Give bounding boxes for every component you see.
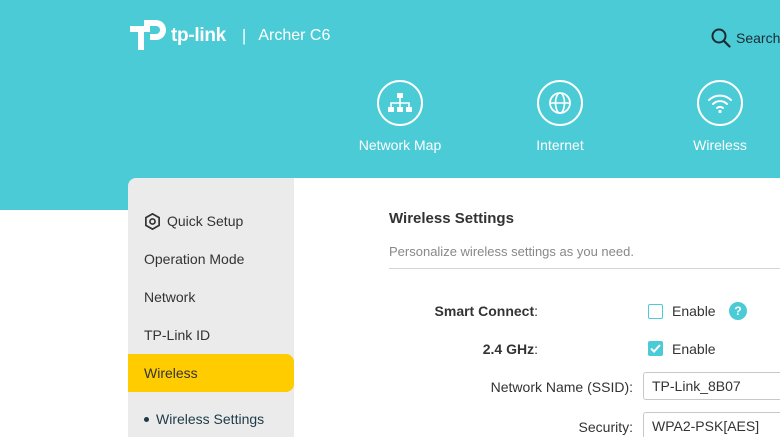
sidebar: Quick Setup Operation Mode Network TP-Li… (128, 178, 294, 437)
search-icon (711, 28, 731, 48)
sidebar-item-label: Quick Setup (167, 213, 244, 229)
logo-separator: | (241, 26, 247, 45)
sidebar-item-label: Network (144, 289, 196, 305)
wifi-icon (697, 80, 743, 126)
security-label: Security: (578, 419, 633, 435)
band-24ghz-enable-label[interactable]: Enable (672, 341, 716, 357)
security-select[interactable]: WPA2-PSK[AES] (643, 412, 780, 437)
band-24ghz-checkbox[interactable] (648, 341, 663, 356)
sidebar-item-wireless[interactable]: Wireless (128, 354, 294, 392)
bullet-dot (144, 416, 149, 422)
sidebar-subitem-wireless-settings[interactable]: Wireless Settings (128, 400, 294, 437)
nav-internet[interactable]: Internet (500, 80, 620, 153)
main-content: Wireless Settings Personalize wireless s… (294, 178, 780, 437)
sidebar-item-label: Wireless (144, 365, 198, 381)
sidebar-item-tp-link-id[interactable]: TP-Link ID (128, 316, 294, 354)
nav-network-map-label: Network Map (358, 137, 442, 153)
sidebar-item-quick-setup[interactable]: Quick Setup (128, 202, 294, 240)
smart-connect-checkbox[interactable] (648, 304, 663, 319)
smart-connect-enable-label[interactable]: Enable (672, 303, 716, 319)
sidebar-item-label: Operation Mode (144, 251, 245, 267)
divider (389, 268, 780, 269)
search-button[interactable]: Search (711, 28, 780, 48)
ssid-label: Network Name (SSID): (490, 379, 633, 395)
sidebar-item-label: TP-Link ID (144, 327, 211, 343)
band-24ghz-label: 2.4 GHz: (482, 341, 538, 357)
nav-wireless[interactable]: Wireless (660, 80, 780, 153)
model-name: Archer C6 (258, 27, 331, 44)
nav-wireless-label: Wireless (693, 137, 747, 153)
page-description: Personalize wireless settings as you nee… (389, 244, 634, 259)
sidebar-subitem-label: Wireless Settings (156, 411, 265, 427)
nav-network-map[interactable]: Network Map (340, 80, 460, 153)
page-title: Wireless Settings (389, 210, 514, 227)
nav-internet-label: Internet (536, 137, 584, 153)
search-label: Search (736, 30, 780, 46)
tp-link-logo[interactable]: tp-link | Archer C6 (128, 18, 330, 54)
gear-icon (145, 212, 160, 230)
globe-icon (537, 80, 583, 126)
checkmark-icon (650, 344, 661, 353)
sidebar-item-network[interactable]: Network (128, 278, 294, 316)
network-map-icon (377, 80, 423, 126)
smart-connect-label: Smart Connect: (434, 303, 538, 319)
sidebar-item-operation-mode[interactable]: Operation Mode (128, 240, 294, 278)
logo-text: tp-link (171, 25, 226, 46)
tp-link-logo-icon (130, 20, 166, 50)
help-icon[interactable]: ? (729, 302, 747, 320)
ssid-input[interactable]: TP-Link_8B07 (643, 372, 780, 400)
